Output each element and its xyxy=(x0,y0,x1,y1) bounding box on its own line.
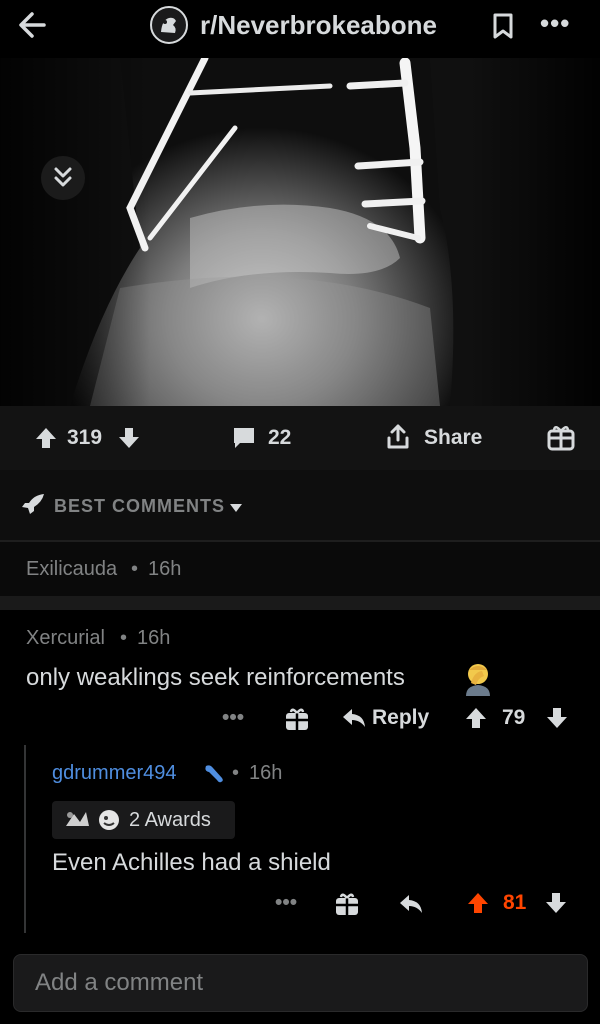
award-icon xyxy=(62,808,92,832)
awards-count[interactable]: 2 Awards xyxy=(129,809,211,832)
comment-bubble-icon[interactable] xyxy=(231,425,257,451)
award-icon xyxy=(96,808,122,832)
meta-separator: • xyxy=(232,762,240,784)
subreddit-name[interactable]: r/Neverbrokeabone xyxy=(200,10,437,41)
back-arrow-icon[interactable] xyxy=(14,10,54,40)
upvote-icon[interactable] xyxy=(465,707,487,729)
add-comment-placeholder[interactable]: Add a comment xyxy=(35,969,203,997)
comment-more-icon[interactable]: ••• xyxy=(275,891,297,915)
comment-author[interactable]: Exilicauda xyxy=(26,558,117,581)
comment-body: only weaklings seek reinforcements xyxy=(26,664,405,691)
share-button[interactable]: Share xyxy=(424,426,482,450)
comment-author[interactable]: Xercurial xyxy=(26,627,105,650)
comments-count[interactable]: 22 xyxy=(268,426,291,450)
award-gift-icon[interactable] xyxy=(546,422,576,452)
meta-separator: • xyxy=(131,558,139,580)
facepalm-emoji-icon xyxy=(460,660,496,696)
divider xyxy=(0,596,600,610)
award-gift-icon[interactable] xyxy=(284,706,310,732)
comment-score: 81 xyxy=(503,891,527,914)
moderator-wrench-icon xyxy=(202,762,226,784)
comment-body: Even Achilles had a shield xyxy=(52,849,331,876)
collapse-chevron-icon[interactable] xyxy=(41,156,85,200)
comment-more-icon[interactable]: ••• xyxy=(222,706,244,730)
comment-score: 79 xyxy=(502,706,526,729)
comment-age: 16h xyxy=(148,558,182,580)
upvote-icon-active[interactable] xyxy=(467,892,489,914)
comment-age: 16h xyxy=(137,627,171,649)
comment-age: 16h xyxy=(249,762,283,784)
sort-selector[interactable]: BEST COMMENTS xyxy=(54,496,225,517)
rocket-icon xyxy=(20,492,46,518)
comment-author[interactable]: gdrummer494 xyxy=(52,762,177,785)
downvote-icon[interactable] xyxy=(117,427,141,449)
reply-button[interactable]: Reply xyxy=(372,706,429,730)
post-image[interactable] xyxy=(0,54,600,406)
share-icon[interactable] xyxy=(385,423,411,451)
award-gift-icon[interactable] xyxy=(334,891,360,917)
thread-line[interactable] xyxy=(24,745,26,933)
downvote-icon[interactable] xyxy=(545,892,567,914)
dropdown-caret-icon[interactable] xyxy=(229,500,243,512)
bookmark-icon[interactable] xyxy=(490,12,516,40)
meta-separator: • xyxy=(120,627,128,649)
downvote-icon[interactable] xyxy=(546,707,568,729)
post-score: 319 xyxy=(67,426,103,449)
reply-arrow-icon[interactable] xyxy=(398,893,424,915)
upvote-icon[interactable] xyxy=(34,427,58,449)
reply-arrow-icon[interactable] xyxy=(341,707,367,729)
more-dots-icon[interactable]: ••• xyxy=(540,8,570,39)
subreddit-avatar[interactable] xyxy=(150,6,188,44)
